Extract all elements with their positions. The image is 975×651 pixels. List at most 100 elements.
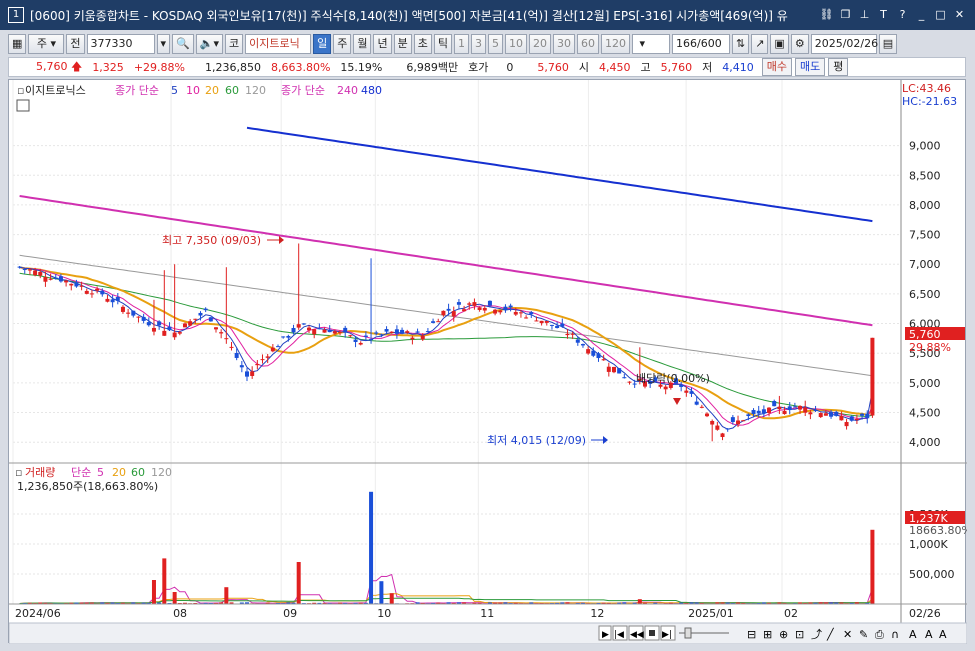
candle-body <box>529 312 534 315</box>
print-icon[interactable]: ⎙ <box>875 628 884 641</box>
volume-bar <box>389 593 394 604</box>
volume-tick-label: 1,000K <box>909 538 948 551</box>
minute-120[interactable]: 120 <box>600 34 630 54</box>
candle-body <box>456 302 461 305</box>
volume-bar <box>151 580 156 604</box>
link-icon[interactable]: ⛓ <box>819 7 834 22</box>
candle-body <box>555 325 560 329</box>
count-value: 166 <box>675 37 697 50</box>
candle-body <box>663 386 668 390</box>
close-icon[interactable]: ✕ <box>952 7 967 22</box>
code-dropdown-icon[interactable]: ▾ <box>156 34 171 54</box>
minute-3[interactable]: 3 <box>470 34 486 54</box>
font-size-icon[interactable]: A <box>939 628 947 641</box>
minute-20[interactable]: 20 <box>528 34 551 54</box>
candle-body <box>715 425 720 430</box>
buy-button[interactable]: 매수 <box>761 58 792 76</box>
low-annotation-arrow <box>603 436 608 444</box>
zoom-slider-handle[interactable] <box>684 627 692 639</box>
candle-body <box>565 333 570 336</box>
font-larger-icon[interactable]: A <box>925 628 933 641</box>
price-tick-label: 5,000 <box>909 377 941 390</box>
candle-body <box>446 308 451 311</box>
candle-body <box>705 413 710 417</box>
volume-bar <box>369 491 374 604</box>
candle-body <box>224 338 229 340</box>
prev-button[interactable]: 전 <box>66 34 85 54</box>
sell-button[interactable]: 매도 <box>794 58 826 76</box>
interval-year[interactable]: 년 <box>373 34 392 54</box>
search-icon[interactable]: 🔍 <box>172 34 194 54</box>
volume-legend-name: 거래량 <box>25 466 55 479</box>
interval-month[interactable]: 월 <box>353 34 372 54</box>
interval-week[interactable]: 주 <box>333 34 352 54</box>
count-field[interactable]: 166/600 <box>671 34 730 54</box>
ma480-line <box>246 126 873 223</box>
code-input[interactable]: 377330 <box>86 34 155 54</box>
date-field[interactable]: 2025/02/26 <box>810 34 878 54</box>
table-icon[interactable] <box>16 99 30 112</box>
font-smaller-icon[interactable]: A <box>909 628 917 641</box>
minute-30[interactable]: 30 <box>552 34 575 54</box>
candle-body <box>239 365 244 368</box>
draw-line-icon[interactable]: ↗ <box>751 34 769 54</box>
minute-10[interactable]: 10 <box>504 34 527 54</box>
magnet-icon[interactable]: ∩ <box>891 628 899 641</box>
volume-tick-label: 500,000 <box>909 568 955 581</box>
candle-body <box>332 331 337 334</box>
interval-tick[interactable]: 틱 <box>433 34 452 54</box>
crosshair-icon[interactable]: ⊕ <box>779 628 788 641</box>
pin-icon[interactable]: ⊥ <box>857 7 872 22</box>
minimize-icon[interactable]: _ <box>914 7 929 22</box>
tool-icon[interactable]: ⊡ <box>795 628 804 641</box>
stock-chart[interactable]: ▫ 이지트로닉스 종가 단순 5 10 20 60 120 종가 단순 240 … <box>8 80 972 645</box>
layout-icon[interactable]: ▦ <box>8 34 27 54</box>
zoom-in-icon[interactable]: ⊞ <box>763 628 772 641</box>
candle-body <box>276 346 281 348</box>
calendar-icon[interactable]: ▤ <box>878 34 898 54</box>
candle-body <box>720 433 725 438</box>
interval-day[interactable]: 일 <box>313 34 332 54</box>
scroll-strip-bg <box>8 622 968 645</box>
candle-body <box>193 318 198 320</box>
candle-body <box>374 332 379 334</box>
tab-icon[interactable]: T <box>876 7 891 22</box>
code-value: 377330 <box>90 37 133 50</box>
candle-body <box>849 416 854 421</box>
zoom-out-icon[interactable]: ⊟ <box>747 628 756 641</box>
save-icon[interactable]: ▣ <box>770 34 789 54</box>
gear-icon[interactable]: ⚙ <box>790 34 809 54</box>
candle-body <box>462 309 467 312</box>
draw-icon[interactable]: ✎ <box>859 628 868 641</box>
period-type-select[interactable]: 주 ▾ <box>28 34 65 54</box>
average-button[interactable]: 평 <box>828 58 849 76</box>
interval-minute[interactable]: 분 <box>393 34 412 54</box>
forward-icon: ▶| <box>662 630 672 640</box>
candle-body <box>829 411 834 417</box>
help-icon[interactable]: ? <box>895 7 910 22</box>
candle-body <box>741 420 746 422</box>
indicator-icon[interactable]: ⇅ <box>731 34 750 54</box>
cross-icon[interactable]: ✕ <box>843 628 852 641</box>
minute-5[interactable]: 5 <box>487 34 503 54</box>
market-button[interactable]: 코 <box>224 34 244 54</box>
interval-second[interactable]: 초 <box>413 34 432 54</box>
chart-area[interactable]: ▫ 이지트로닉스 종가 단순 5 10 20 60 120 종가 단순 240 … <box>8 79 972 645</box>
lc-label: LC:43.46 <box>902 82 951 95</box>
maximize-icon[interactable]: □ <box>933 7 948 22</box>
candle-body <box>219 332 224 334</box>
candle-body <box>792 406 797 408</box>
candle-body <box>203 308 208 311</box>
custom-interval-select[interactable]: ▾ <box>631 34 670 54</box>
minute-60[interactable]: 60 <box>576 34 599 54</box>
window-number-badge: 1 <box>8 7 24 23</box>
volume-text: 1,236,850주(18,663.80%) <box>17 480 158 493</box>
legend-ma240: 240 <box>337 84 358 97</box>
price-tick-label: 7,500 <box>909 229 941 242</box>
speaker-icon[interactable]: 🔈▾ <box>195 34 223 54</box>
candle-body <box>777 406 782 410</box>
window-restore-icon[interactable]: ❐ <box>838 7 853 22</box>
stock-name-field[interactable]: 이지트로닉 <box>245 34 312 54</box>
minute-1[interactable]: 1 <box>453 34 469 54</box>
trend-icon[interactable]: ⤴ <box>811 627 822 641</box>
